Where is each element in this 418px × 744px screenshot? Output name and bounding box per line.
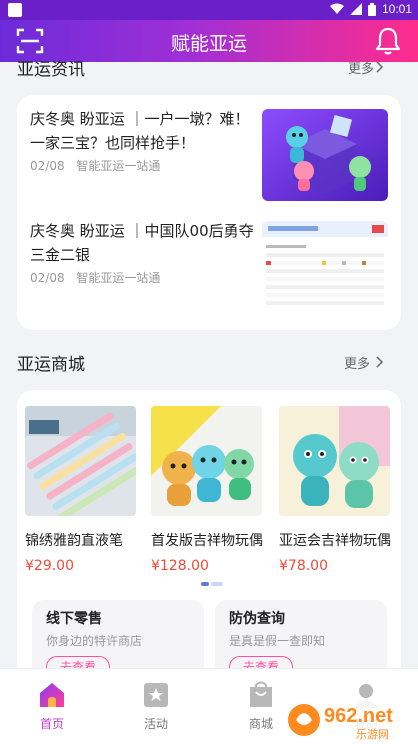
notification-icon — [8, 3, 22, 17]
product-price: ¥78.00 — [279, 558, 328, 574]
bell-icon[interactable] — [374, 26, 402, 56]
tab-activity[interactable]: 活动 — [104, 669, 208, 744]
mall-section-title: 亚运商城 — [17, 355, 85, 375]
news-item[interactable]: 庆冬奥 盼亚运 ｜一户一墩？难！一家三宝？也同样抢手！ 02/08 智能亚运一站… — [17, 95, 401, 201]
product-card[interactable]: 锦绣雅韵直液笔 ¥29.00 — [25, 406, 136, 574]
wifi-icon — [329, 3, 344, 14]
product-image — [151, 406, 262, 516]
news-section-title: 亚运资讯 — [17, 60, 85, 80]
watermark-subtext: 乐游网 — [356, 728, 389, 741]
news-source: 智能亚运一站通 — [76, 159, 161, 173]
product-card[interactable]: 首发版吉祥物玩偶 ¥128.00 — [151, 406, 263, 574]
tab-label: 首页 — [39, 717, 64, 731]
mall-icon — [250, 681, 272, 707]
news-source: 智能亚运一站通 — [76, 271, 161, 285]
news-meta: 02/08 智能亚运一站通 — [30, 157, 160, 174]
tab-home[interactable]: 首页 — [0, 669, 104, 744]
chevron-right-icon[interactable] — [376, 61, 384, 73]
news-meta: 02/08 智能亚运一站通 — [30, 269, 160, 286]
chevron-right-icon[interactable] — [376, 356, 384, 368]
battery-icon — [367, 2, 376, 16]
carousel-indicator — [201, 582, 223, 586]
product-card[interactable]: 亚运会吉祥物玩偶 ¥78.00 — [279, 406, 391, 574]
status-time: 10:01 — [381, 2, 412, 16]
product-price: ¥128.00 — [151, 558, 209, 574]
news-date: 02/08 — [30, 159, 65, 173]
sub-card-title: 防伪查询 — [229, 611, 285, 627]
news-more-link[interactable]: 更多 — [348, 58, 374, 77]
news-thumbnail — [262, 221, 388, 316]
status-bar: 10:01 — [0, 0, 418, 20]
news-thumbnail — [262, 109, 388, 201]
sub-card-desc: 你身边的特许商店 — [46, 634, 143, 648]
signal-icon — [349, 3, 362, 15]
mall-more-link[interactable]: 更多 — [344, 353, 370, 372]
product-image — [25, 406, 136, 516]
news-item[interactable]: 庆冬奥 盼亚运 ｜中国队00后勇夺三金二银 02/08 智能亚运一站通 — [17, 207, 401, 316]
product-price: ¥29.00 — [25, 558, 74, 574]
watermark-logo: 962.net 乐游网 — [284, 698, 414, 742]
product-name: 亚运会吉祥物玩偶 — [279, 533, 391, 549]
news-card: 庆冬奥 盼亚运 ｜一户一墩？难！一家三宝？也同样抢手！ 02/08 智能亚运一站… — [17, 95, 401, 330]
carousel-dot — [211, 582, 223, 586]
product-image — [279, 406, 390, 516]
watermark-text: 962.net — [324, 705, 393, 727]
product-name: 锦绣雅韵直液笔 — [25, 533, 123, 549]
news-title: 庆冬奥 盼亚运 ｜一户一墩？难！一家三宝？也同样抢手！ — [30, 110, 250, 152]
page-title: 赋能亚运 — [170, 33, 247, 55]
home-icon — [40, 683, 64, 707]
activity-icon — [144, 683, 168, 707]
product-name: 首发版吉祥物玩偶 — [151, 533, 263, 549]
carousel-dot-active — [201, 582, 209, 586]
sub-card-desc: 是真是假一查即知 — [229, 634, 326, 648]
sub-card-title: 线下零售 — [46, 611, 102, 627]
news-date: 02/08 — [30, 271, 65, 285]
tab-label: 活动 — [143, 717, 168, 731]
news-title: 庆冬奥 盼亚运 ｜中国队00后勇夺三金二银 — [30, 222, 254, 264]
